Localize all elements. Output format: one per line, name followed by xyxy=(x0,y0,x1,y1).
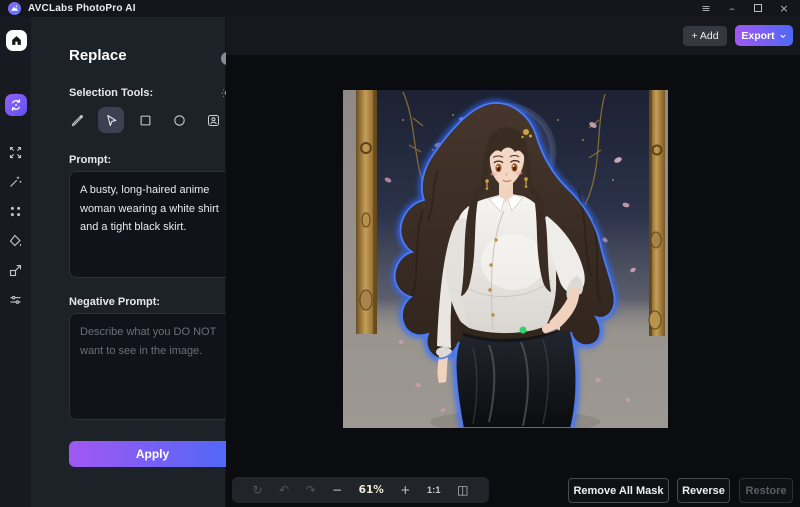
redo-icon[interactable]: ↷ xyxy=(306,484,316,496)
reverse-button[interactable]: Reverse xyxy=(677,478,730,503)
home-icon[interactable] xyxy=(6,30,27,51)
selection-tools-label: Selection Tools: xyxy=(69,87,154,99)
menu-icon[interactable]: ≡ xyxy=(700,3,712,14)
remove-object-tool-icon[interactable] xyxy=(7,203,24,220)
mask-point-marker xyxy=(519,326,527,334)
app-logo-icon xyxy=(8,2,21,15)
prompt-label: Prompt: xyxy=(69,154,112,166)
titlebar: AVCLabs PhotoPro AI ≡ – × xyxy=(0,0,800,17)
export-button[interactable]: Export xyxy=(735,25,793,46)
rectangle-select-icon[interactable] xyxy=(132,107,158,133)
ellipse-select-icon[interactable] xyxy=(166,107,192,133)
zoom-out-icon[interactable]: − xyxy=(332,484,342,496)
negative-prompt-input[interactable] xyxy=(69,313,236,420)
zoom-level: 61% xyxy=(358,483,384,496)
zoom-toolbar: ↻ ↶ ↷ − 61% + 1:1 ◫ xyxy=(232,477,489,503)
replace-tool-icon-active[interactable] xyxy=(5,94,27,116)
page-title: Replace xyxy=(69,47,127,64)
tool-panel: Replace i Selection Tools: xyxy=(31,17,286,507)
remove-all-mask-button[interactable]: Remove All Mask xyxy=(568,478,669,503)
upscale-tool-icon[interactable] xyxy=(7,262,24,279)
prompt-input[interactable]: A busty, long-haired anime woman wearing… xyxy=(69,171,236,278)
app-window: AVCLabs PhotoPro AI ≡ – × Replace Select… xyxy=(0,0,800,507)
undo-icon[interactable]: ↶ xyxy=(279,484,289,496)
maximize-button[interactable] xyxy=(752,3,764,14)
adjustments-tool-icon[interactable] xyxy=(7,291,24,308)
export-label: Export xyxy=(741,29,775,42)
brush-select-icon[interactable] xyxy=(64,107,90,133)
chevron-down-icon xyxy=(779,34,786,38)
add-button[interactable]: + Add xyxy=(683,26,727,46)
magic-wand-tool-icon[interactable] xyxy=(7,173,24,190)
restore-button[interactable]: Restore xyxy=(739,478,793,503)
colorize-tool-icon[interactable] xyxy=(7,232,24,249)
edited-image[interactable] xyxy=(343,90,668,434)
negative-prompt-label: Negative Prompt: xyxy=(69,296,161,308)
sidebar xyxy=(0,17,31,507)
compare-icon[interactable]: ◫ xyxy=(457,484,468,496)
apply-button[interactable]: Apply xyxy=(69,441,236,467)
expand-tool-icon[interactable] xyxy=(7,144,24,161)
close-button[interactable]: × xyxy=(778,3,790,14)
zoom-in-icon[interactable]: + xyxy=(400,484,410,496)
subject-select-icon[interactable] xyxy=(200,107,226,133)
actual-size-button[interactable]: 1:1 xyxy=(427,485,441,496)
arrow-select-icon-active[interactable] xyxy=(98,107,124,133)
app-title: AVCLabs PhotoPro AI xyxy=(28,3,136,14)
reset-view-icon[interactable]: ↻ xyxy=(252,484,262,496)
minimize-button[interactable]: – xyxy=(726,3,738,14)
